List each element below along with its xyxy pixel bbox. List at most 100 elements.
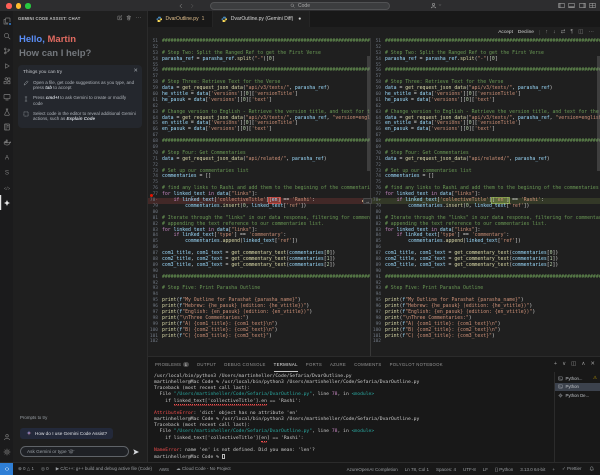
- diff-toolbar-icon-4[interactable]: ◫: [578, 30, 583, 36]
- status-python-version[interactable]: 3.13.0 64-bit: [520, 467, 545, 472]
- traffic-light-1[interactable]: [16, 3, 22, 9]
- command-center-search[interactable]: Code: [210, 2, 390, 10]
- activity-item-source-control[interactable]: [0, 43, 13, 58]
- prompt-suggestion-chip[interactable]: How do I use Gemini Code Assist?: [20, 428, 113, 439]
- panel-tab-polyglot-notebook[interactable]: POLYGLOT NOTEBOOK: [390, 357, 443, 372]
- title-bar: Code: [0, 0, 600, 11]
- status-eol[interactable]: LF: [483, 467, 488, 472]
- status-indentation[interactable]: Spaces: 4: [436, 467, 456, 472]
- status-prettier[interactable]: ✓ Prettier: [562, 466, 582, 472]
- editor-tab-1[interactable]: DvarOutline.py (Gemini Diff)●: [213, 11, 310, 27]
- scrollbar-right[interactable]: [597, 56, 600, 171]
- diff-toolbar-icon-0[interactable]: ↑: [545, 30, 548, 36]
- panel-tab-problems[interactable]: PROBLEMS1: [155, 357, 189, 372]
- nav-forward-button[interactable]: [189, 0, 195, 11]
- layout-grid-icon[interactable]: [589, 2, 596, 9]
- status-language-mode[interactable]: {} Python: [495, 467, 513, 472]
- trash-icon[interactable]: [126, 15, 132, 21]
- decline-button[interactable]: Decline: [518, 30, 534, 35]
- panel-tab-terminal[interactable]: TERMINAL: [274, 357, 298, 372]
- activity-item-settings-gear[interactable]: [0, 445, 13, 460]
- terminal-label: Python De...: [566, 393, 590, 398]
- layout-bottom-icon[interactable]: [568, 2, 575, 9]
- status-cloud-code[interactable]: ☁ Cloud Code - No Project: [176, 466, 231, 472]
- activity-item-testing[interactable]: [0, 104, 13, 119]
- vscode-window: Code AS</> GEMINI CODE ASSIST: CHAT ··· …: [0, 0, 600, 475]
- activity-item-letter-a[interactable]: A: [0, 150, 13, 165]
- breakpoint-dot[interactable]: [150, 194, 153, 197]
- greeting-hello: Hello,: [19, 34, 45, 45]
- panel-tab-ports[interactable]: PORTS: [306, 357, 322, 372]
- status-azure-openai[interactable]: AzureOpenAI Completion: [347, 467, 398, 472]
- diff-toolbar-icon-1[interactable]: ↓: [553, 30, 556, 36]
- new-chat-icon[interactable]: [117, 15, 123, 21]
- status-ports[interactable]: ◎ 0: [41, 466, 49, 472]
- code-line-right-102[interactable]: 102: [371, 339, 600, 345]
- terminal-list-item[interactable]: Python De...: [555, 391, 600, 400]
- activity-item-docker[interactable]: [0, 135, 13, 150]
- arrow-right-icon: [189, 3, 195, 9]
- activity-item-explorer[interactable]: [0, 13, 13, 28]
- status-encoding[interactable]: UTF-8: [463, 467, 476, 472]
- panel-tab-debug-console[interactable]: DEBUG CONSOLE: [224, 357, 265, 372]
- scrollbar-left[interactable]: [367, 56, 370, 171]
- status-build-task[interactable]: ▶ C/C++: g++ build and debug active file…: [56, 466, 152, 472]
- card-item: Select code in the editor to reveal addi…: [23, 111, 137, 122]
- panel-action-2[interactable]: ◫: [571, 362, 576, 368]
- gemini-chat-input[interactable]: [20, 446, 129, 457]
- traffic-light-0[interactable]: [6, 3, 12, 9]
- status-problems[interactable]: ⊗ 0 △ 1: [18, 466, 34, 472]
- panel-tab-azure[interactable]: AZURE: [330, 357, 346, 372]
- terminal-output[interactable]: /usr/local/bin/python3 /Users/martinhell…: [148, 372, 554, 462]
- prompt-chip-text: How do I use Gemini Code Assist?: [35, 431, 107, 436]
- accept-button[interactable]: Accept: [498, 30, 513, 35]
- layout-left-icon[interactable]: [558, 2, 565, 9]
- editor-tab-0[interactable]: DvarOutline.py1: [148, 11, 213, 27]
- diff-toolbar-icon-5[interactable]: ···: [589, 30, 595, 36]
- send-icon[interactable]: [132, 448, 140, 456]
- terminal-list-item[interactable]: Python...⚠: [555, 374, 600, 383]
- activity-item-extensions[interactable]: [0, 74, 13, 89]
- card-title: Things you can try: [23, 70, 137, 75]
- panel-action-4[interactable]: ✕: [590, 362, 595, 368]
- close-icon[interactable]: ✕: [133, 68, 138, 74]
- diff-toolbar: Accept Decline | ↑↓⇄¶◫···: [148, 27, 600, 38]
- activity-item-letter-s[interactable]: S: [0, 165, 13, 180]
- activity-item-notebook[interactable]: [0, 119, 13, 134]
- problems-count-badge: 1: [183, 362, 189, 368]
- more-options-button[interactable]: ···: [136, 15, 143, 21]
- diff-toolbar-icon-3[interactable]: ¶: [570, 30, 573, 36]
- code-right: 51######################################…: [371, 39, 600, 345]
- panel-tab-comments[interactable]: COMMENTS: [354, 357, 381, 372]
- panel-tab-output[interactable]: OUTPUT: [197, 357, 216, 372]
- warning-icon: ⚠: [593, 375, 597, 381]
- activity-item-account[interactable]: [0, 430, 13, 445]
- diff-revert-arrow[interactable]: →: [363, 198, 372, 204]
- status-notifications[interactable]: [589, 466, 595, 472]
- activity-item-code-tools[interactable]: </>: [0, 180, 13, 195]
- chat-header-actions: ···: [117, 15, 143, 21]
- status-add-item[interactable]: +: [552, 467, 555, 472]
- dirty-indicator-icon[interactable]: ●: [298, 16, 301, 22]
- panel-action-1[interactable]: ∨: [562, 362, 566, 368]
- terminal-list-sidebar: Python...⚠PythonPython De...: [554, 372, 600, 462]
- account-menu[interactable]: [430, 2, 442, 9]
- activity-item-search[interactable]: [0, 28, 13, 43]
- diff-toolbar-icon-2[interactable]: ⇄: [561, 30, 566, 36]
- panel-action-3[interactable]: ∧: [581, 362, 585, 368]
- layout-right-icon[interactable]: [579, 2, 586, 9]
- status-aws[interactable]: AWS: [159, 467, 169, 472]
- code-line-left-102[interactable]: 102: [148, 339, 370, 345]
- terminal-list-item[interactable]: Python: [555, 383, 600, 392]
- panel-action-0[interactable]: +: [554, 362, 557, 368]
- gemini-chat-sidebar: GEMINI CODE ASSIST: CHAT ··· Hello, Mart…: [13, 11, 148, 462]
- status-cursor-position[interactable]: Ln 78, Col 1: [405, 467, 429, 472]
- activity-item-gemini[interactable]: [0, 195, 13, 210]
- terminal-icon: [558, 376, 563, 381]
- activity-item-remote-explorer[interactable]: [0, 89, 13, 104]
- remote-indicator[interactable]: [0, 463, 13, 475]
- selection-icon: [23, 111, 29, 117]
- activity-item-run-debug[interactable]: [0, 59, 13, 74]
- nav-back-button[interactable]: [178, 0, 184, 11]
- traffic-light-2[interactable]: [25, 3, 31, 9]
